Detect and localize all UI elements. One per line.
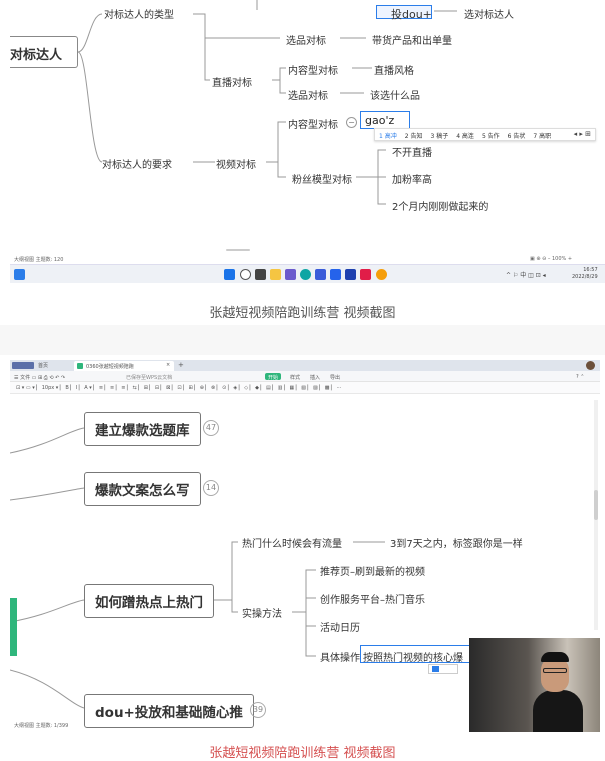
clock[interactable]: 16:57 2022/8/29 [572,267,598,281]
node-fans-benchmark[interactable]: 粉丝模型对标 [292,171,352,186]
vertical-scrollbar[interactable] [594,400,598,630]
node-practice-method[interactable]: 实操方法 [242,605,282,620]
task-view-icon[interactable] [255,269,266,280]
mindmap-screenshot-1: 投dou+ 选对标达人 对标达人 对标达人的类型 对标达人的要求 选品对标 带货… [10,0,605,283]
tray-icons[interactable]: ^ ⚐ 中 ◫ ⊡ ◂ [506,270,546,279]
caption-1: 张越短视频陪跑训练营 视频截图 [209,306,396,321]
zoom-controls[interactable]: ▣ ⊕ ⊖ – 100% + [530,256,572,262]
file-explorer-icon[interactable] [270,269,281,280]
presenter-hair [541,652,569,662]
node-text-input[interactable]: gao'z [360,111,410,129]
node-douplus-promotion[interactable]: dou+投放和基础随心推 [84,694,254,728]
node-branch-requirements[interactable]: 对标达人的要求 [102,156,172,171]
node-edit-input-value: 按照热门视频的核心爆 [363,653,463,663]
node-video-benchmark[interactable]: 视频对标 [216,156,256,171]
collapse-toggle-icon[interactable]: − [346,117,357,128]
webcam-overlay [469,638,600,732]
root-node[interactable]: 对标达人 [10,36,78,68]
node-choose-talent[interactable]: 选对标达人 [464,6,514,21]
search-icon[interactable] [240,269,251,280]
ime-candidate[interactable]: 2 告知 [405,131,423,140]
clock-date: 2022/8/29 [572,274,598,280]
ime-candidate[interactable]: 1 高冲 [379,131,397,140]
node-text-input-value: gao'z [365,114,395,127]
status-left: 大纲视图 主题数: 120 [14,257,64,263]
mindmap-screenshot-2: 首页 0360张越短视频陪跑 × + ☰ 文件 ▭ ⊞ ⎙ ⟲ ↶ ↷ 已保存至… [10,360,600,732]
ime-candidate-bar[interactable]: 1 高冲 2 告知 3 稿子 4 高连 5 告作 6 告状 7 高职 ◂ ▸ ⊞ [374,128,596,141]
node-goods-orders[interactable]: 带货产品和出单量 [372,32,452,47]
node-product-benchmark-1[interactable]: 选品对标 [286,32,326,47]
ime-candidate[interactable]: 6 告状 [508,131,526,140]
presenter-glasses [543,668,567,673]
node-branch-types[interactable]: 对标达人的类型 [104,6,174,21]
node-creator-platform[interactable]: 创作服务平台–热门音乐 [320,591,425,606]
app-icon-2[interactable] [315,269,326,280]
green-accent-node[interactable] [10,598,17,656]
wps-icon[interactable] [360,269,371,280]
node-content-benchmark-live[interactable]: 内容型对标 [288,62,338,77]
start-widget-icon[interactable] [14,269,25,280]
node-3-to-7-days[interactable]: 3到7天之内，标签跟你是一样 [390,535,523,550]
app-icon-3[interactable] [330,269,341,280]
caption-2: 张越短视频陪跑训练营 视频截图 [209,746,396,761]
node-no-live[interactable]: 不开直播 [392,144,432,159]
ime-nav-arrows-icon[interactable]: ◂ ▸ ⊞ [574,130,591,138]
scrollbar-thumb[interactable] [594,490,598,520]
badge-douplus[interactable]: 39 [250,702,266,718]
root-node-label: 对标达人 [10,48,63,63]
edit-popup-icon[interactable] [432,666,439,672]
windows-taskbar: ^ ⚐ 中 ◫ ⊡ ◂ 16:57 2022/8/29 [10,264,605,283]
edit-popup[interactable] [428,664,458,674]
node-what-to-sell[interactable]: 该选什么品 [370,87,420,102]
app-icon-1[interactable] [285,269,296,280]
node-two-months[interactable]: 2个月内刚刚做起来的 [392,198,488,213]
ime-candidate-list: 1 高冲 2 告知 3 稿子 4 高连 5 告作 6 告状 7 高职 [379,131,551,140]
node-when-traffic[interactable]: 热门什么时候会有流量 [242,535,342,550]
node-product-benchmark-2[interactable]: 选品对标 [288,87,328,102]
clock-time: 16:57 [583,267,598,273]
zoom-level: 100% [551,256,567,262]
node-topic-library[interactable]: 建立爆款选题库 [84,412,201,446]
node-douplus[interactable]: 投dou+ [391,6,432,22]
app-icon-5[interactable] [376,269,387,280]
windows-start-icon[interactable] [224,269,235,280]
ime-candidate[interactable]: 4 高连 [456,131,474,140]
app-icon-4[interactable] [345,269,356,280]
ime-candidate[interactable]: 5 告作 [482,131,500,140]
section-gap [0,325,605,355]
node-activity-calendar[interactable]: 活动日历 [320,619,360,634]
node-live-benchmark[interactable]: 直播对标 [212,74,252,89]
presenter-body [533,690,583,732]
node-recommend-page[interactable]: 推荐页–刷到最新的视频 [320,563,425,578]
status-left-2: 大纲视图 主题数: 1/399 [14,723,69,729]
scroll-handle[interactable] [226,249,250,251]
ime-candidate[interactable]: 3 稿子 [430,131,448,140]
node-copywriting[interactable]: 爆款文案怎么写 [84,472,201,506]
ime-candidate[interactable]: 7 高职 [533,131,551,140]
badge-copywriting[interactable]: 14 [203,480,219,496]
node-live-style[interactable]: 直播风格 [374,62,414,77]
node-edit-input[interactable]: 按照热门视频的核心爆 [360,645,472,663]
edge-icon[interactable] [300,269,311,280]
node-content-benchmark-video[interactable]: 内容型对标 [288,116,338,131]
node-specific-ops[interactable]: 具体操作 [320,649,360,664]
badge-topic-library[interactable]: 47 [203,420,219,436]
node-high-fans-rate[interactable]: 加粉率高 [392,171,432,186]
node-hot-topic[interactable]: 如何蹭热点上热门 [84,584,214,618]
